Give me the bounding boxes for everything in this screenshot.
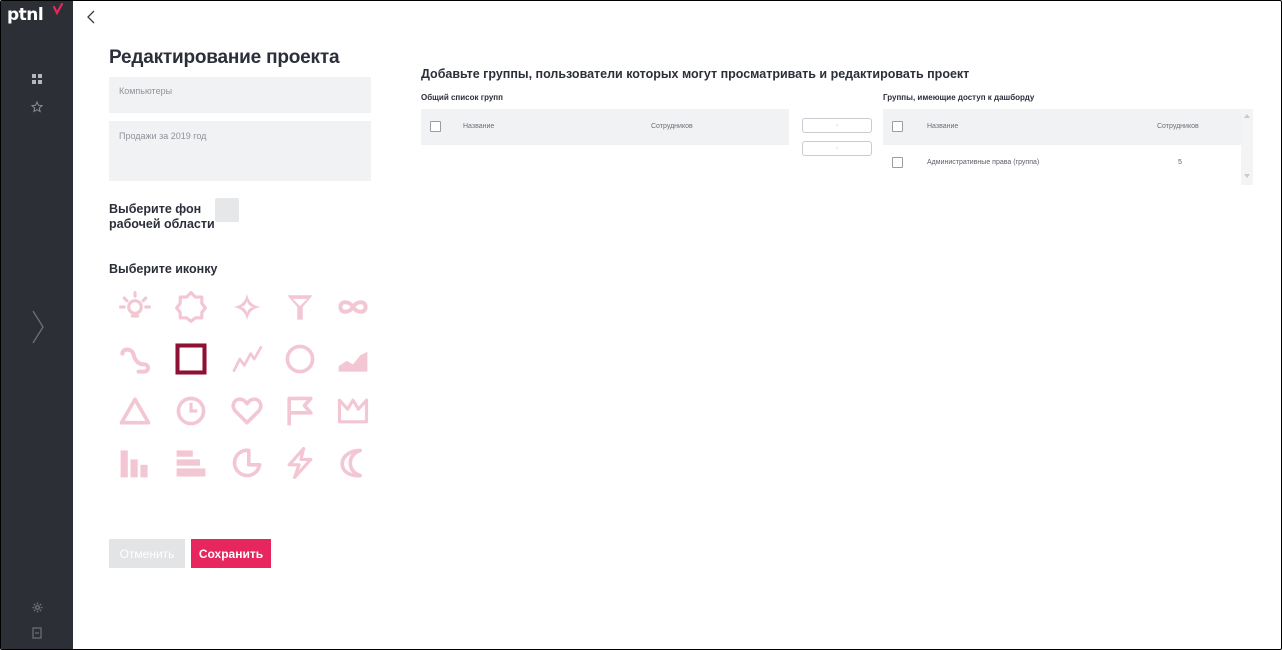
all-groups-title: Общий список групп (421, 93, 503, 102)
lightning-icon[interactable] (280, 443, 320, 483)
scroll-down-icon[interactable] (1244, 173, 1250, 179)
logo[interactable]: ptnl (7, 3, 63, 27)
sidebar: ptnl (1, 1, 73, 649)
clock-icon[interactable] (171, 391, 211, 431)
granted-groups-scrollbar[interactable] (1241, 109, 1253, 185)
project-description-field[interactable]: Продажи за 2019 год (109, 121, 371, 181)
icon-picker-label: Выберите иконку (109, 262, 218, 276)
trend-line-icon[interactable] (227, 339, 267, 379)
group-name: Административные права (группа) (927, 159, 1040, 166)
logo-text: ptnl (7, 5, 44, 25)
background-color-picker[interactable] (215, 198, 239, 222)
save-button[interactable]: Сохранить (191, 539, 271, 568)
infinity-icon[interactable] (333, 287, 373, 327)
expand-chevron-icon[interactable] (31, 309, 45, 345)
table-row[interactable]: Административные права (группа) 5 (883, 147, 1241, 179)
granted-groups-select-all-checkbox[interactable] (892, 121, 903, 132)
sparkle-icon[interactable] (227, 287, 267, 327)
scroll-up-icon[interactable] (1244, 113, 1250, 119)
project-description-value: Продажи за 2019 год (119, 131, 207, 141)
gear-icon[interactable] (29, 599, 45, 615)
pie-chart-icon[interactable] (227, 443, 267, 483)
move-left-button[interactable]: ‹ (802, 141, 872, 156)
background-label: Выберите фон рабочей области (109, 202, 215, 231)
group-employees-count: 5 (1178, 159, 1182, 166)
row-checkbox[interactable] (892, 157, 903, 168)
granted-groups-title: Группы, имеющие доступ к дашборду (883, 93, 1035, 102)
circle-icon[interactable] (280, 339, 320, 379)
granted-groups-table-header: Название Сотрудников (883, 109, 1241, 145)
moon-icon[interactable] (333, 443, 373, 483)
project-name-field[interactable]: Компьютеры (109, 77, 371, 113)
project-name-value: Компьютеры (119, 86, 173, 96)
all-groups-select-all-checkbox[interactable] (430, 121, 441, 132)
cancel-button[interactable]: Отменить (109, 539, 185, 568)
collapse-back-icon[interactable] (85, 9, 97, 25)
gear-outline-icon[interactable] (171, 287, 211, 327)
granted-groups-col-employees[interactable]: Сотрудников (1157, 123, 1199, 130)
horizontal-bars-icon[interactable] (171, 443, 211, 483)
triangle-icon[interactable] (115, 391, 155, 431)
star-icon[interactable] (29, 99, 45, 115)
page-title: Редактирование проекта (109, 47, 340, 68)
logo-check-icon (53, 3, 63, 15)
logout-icon[interactable] (29, 625, 45, 641)
route-icon[interactable] (115, 339, 155, 379)
flag-icon[interactable] (280, 391, 320, 431)
funnel-icon[interactable] (280, 287, 320, 327)
all-groups-col-employees[interactable]: Сотрудников (651, 123, 693, 130)
area-chart-icon[interactable] (333, 339, 373, 379)
all-groups-col-name[interactable]: Название (463, 123, 494, 130)
icon-picker-grid (115, 287, 385, 487)
access-section-title: Добавьте группы, пользователи которых мо… (421, 67, 970, 81)
square-icon[interactable] (171, 339, 211, 379)
crown-icon[interactable] (333, 391, 373, 431)
dashboard-icon[interactable] (29, 71, 45, 87)
move-right-button[interactable]: › (802, 118, 872, 133)
app-window: ptnl Редактирование проекта Компьютеры П… (0, 0, 1282, 650)
all-groups-table-header: Название Сотрудников (421, 109, 789, 145)
lightbulb-icon[interactable] (115, 287, 155, 327)
granted-groups-col-name[interactable]: Название (927, 123, 958, 130)
bar-chart-icon[interactable] (115, 443, 155, 483)
heart-icon[interactable] (227, 391, 267, 431)
